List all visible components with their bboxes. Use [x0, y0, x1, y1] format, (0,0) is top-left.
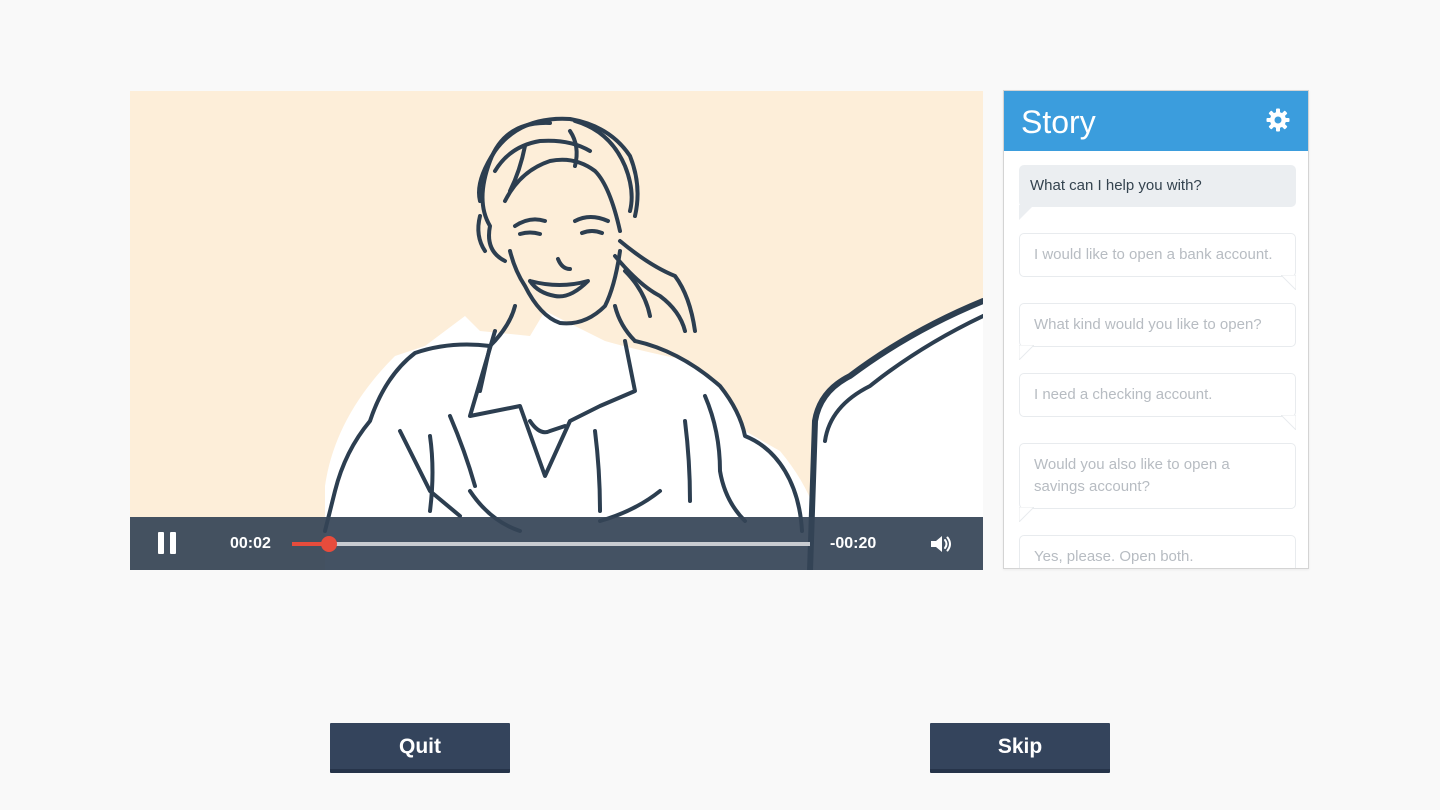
message-list: What can I help you with? I would like t… [1019, 165, 1296, 568]
quit-button[interactable]: Quit [330, 723, 510, 773]
progress-bar[interactable] [292, 536, 810, 552]
message-bubble: Would you also like to open a savings ac… [1019, 443, 1296, 522]
elapsed-time: 00:02 [230, 535, 271, 552]
message-bubble: What can I help you with? [1019, 165, 1296, 220]
story-panel: Story What can I help you with? I would … [1003, 90, 1309, 569]
video-player[interactable]: 00:02 -00:20 [130, 91, 983, 570]
message-bubble: I would like to open a bank account. [1019, 233, 1296, 290]
pause-icon [158, 532, 164, 554]
progress-handle[interactable] [321, 536, 338, 552]
skip-button[interactable]: Skip [930, 723, 1110, 773]
video-controls: 00:02 -00:20 [130, 517, 983, 570]
woman-illustration [323, 116, 983, 570]
gear-icon[interactable] [1266, 108, 1290, 132]
remaining-time: -00:20 [830, 535, 877, 552]
story-title: Story [1021, 104, 1096, 140]
volume-icon [931, 536, 951, 552]
volume-button[interactable] [929, 532, 953, 556]
story-header: Story [1004, 91, 1308, 151]
message-bubble: What kind would you like to open? [1019, 303, 1296, 360]
message-bubble: Yes, please. Open both. [1019, 535, 1296, 568]
message-bubble: I need a checking account. [1019, 373, 1296, 430]
pause-button[interactable] [156, 532, 178, 554]
